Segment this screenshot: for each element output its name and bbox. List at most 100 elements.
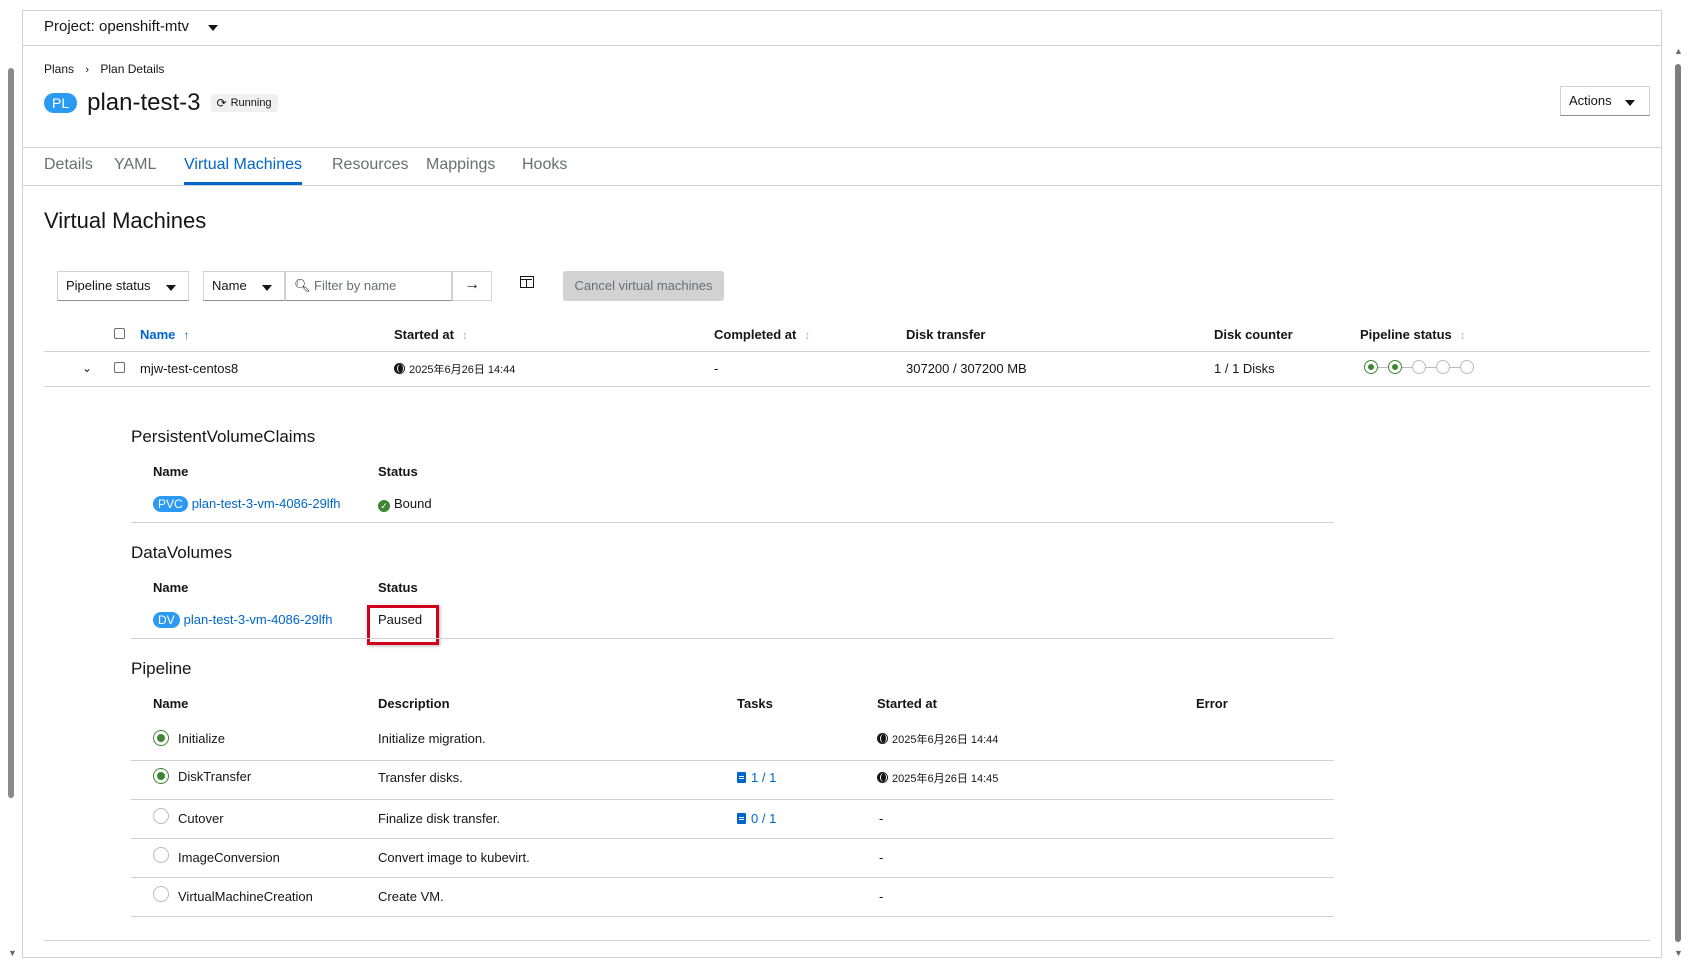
pipeline-step-tasks-text: 1 / 1 xyxy=(751,770,777,785)
tab-details[interactable]: Details xyxy=(44,156,93,182)
filter-by-name-input[interactable]: 🔍︎ Filter by name xyxy=(285,271,452,301)
pvc-link[interactable]: plan-test-3-vm-4086-29lfh xyxy=(192,496,341,511)
pipeline-step-pending-icon[interactable] xyxy=(1460,360,1474,374)
pvc-header-name: Name xyxy=(153,464,189,479)
pvc-divider xyxy=(131,522,1334,523)
filter-submit-button[interactable]: → xyxy=(452,271,492,301)
pvc-status-text: Bound xyxy=(394,496,432,511)
pipeline-connector xyxy=(1450,366,1460,368)
vm-completed-at: - xyxy=(714,361,719,376)
filter-placeholder: Filter by name xyxy=(314,278,397,293)
breadcrumb-plans[interactable]: Plans xyxy=(44,62,74,76)
chevron-right-icon: › xyxy=(85,64,90,76)
left-scrollbar[interactable] xyxy=(6,60,16,800)
name-filter-caret-icon xyxy=(262,285,272,291)
scroll-up-icon[interactable]: ▲ xyxy=(1674,46,1683,56)
pipeline-step-done-icon[interactable] xyxy=(1364,360,1378,374)
project-caret-icon[interactable] xyxy=(208,25,218,31)
step-pending-icon xyxy=(153,847,169,863)
search-icon: 🔍︎ xyxy=(294,278,311,293)
pipeline-step-done-icon[interactable] xyxy=(1388,360,1402,374)
pipeline-step-started: 2025年6月26日 14:45 xyxy=(877,770,998,786)
globe-icon xyxy=(394,363,405,374)
dv-badge: DV xyxy=(153,612,180,628)
pvc-name: PVC plan-test-3-vm-4086-29lfh xyxy=(153,496,341,512)
globe-icon xyxy=(877,733,888,744)
column-header-started[interactable]: Started at ↕ xyxy=(394,327,468,342)
tab-yaml[interactable]: YAML xyxy=(114,156,156,182)
pipeline-status-filter[interactable]: Pipeline status xyxy=(57,271,189,301)
left-scrollbar-thumb[interactable] xyxy=(8,68,14,798)
step-pending-icon xyxy=(153,886,169,902)
scroll-down-icon[interactable]: ▼ xyxy=(1674,948,1683,958)
scroll-down-left-icon[interactable]: ▼ xyxy=(8,948,17,958)
dv-divider xyxy=(131,638,1334,639)
pipeline-step-name: DiskTransfer xyxy=(178,769,252,784)
row-divider xyxy=(44,386,1650,387)
tab-resources[interactable]: Resources xyxy=(332,156,408,182)
check-circle-icon: ✓ xyxy=(378,500,390,512)
pipeline-header-name: Name xyxy=(153,696,189,711)
pipeline-step-name: Initialize xyxy=(178,731,225,746)
project-selector-label[interactable]: Project: openshift-mtv xyxy=(44,18,189,35)
manage-columns-icon[interactable] xyxy=(520,276,534,288)
vm-name: mjw-test-centos8 xyxy=(140,361,239,376)
sync-icon: ⟳ xyxy=(216,96,227,110)
pipeline-section-title: Pipeline xyxy=(131,659,192,678)
dv-link[interactable]: plan-test-3-vm-4086-29lfh xyxy=(184,612,333,627)
pipeline-step-description: Transfer disks. xyxy=(378,770,463,785)
column-header-completed[interactable]: Completed at ↕ xyxy=(714,327,810,342)
pipeline-step-name: Cutover xyxy=(178,811,224,826)
sort-icon[interactable]: ↕ xyxy=(1460,328,1466,342)
pipeline-step-tasks-text: 0 / 1 xyxy=(751,811,777,826)
dv-name: DV plan-test-3-vm-4086-29lfh xyxy=(153,612,333,628)
table-bottom-divider xyxy=(44,940,1650,941)
row-checkbox[interactable] xyxy=(114,362,125,373)
project-bar: Project: openshift-mtv xyxy=(22,10,1662,46)
tab-mappings[interactable]: Mappings xyxy=(426,156,495,182)
pipeline-step-name: ImageConversion xyxy=(178,850,280,865)
vm-started-text: 2025年6月26日 14:44 xyxy=(409,364,516,376)
tab-hooks[interactable]: Hooks xyxy=(522,156,567,182)
name-filter-label: Name xyxy=(212,278,247,293)
right-scrollbar[interactable]: ▲ ▼ xyxy=(1672,46,1684,961)
pipeline-step-tasks[interactable]: 1 / 1 xyxy=(737,770,776,785)
chevron-down-icon[interactable]: ⌄ xyxy=(82,361,92,375)
pipeline-step-description: Finalize disk transfer. xyxy=(378,811,501,826)
pipeline-step-name: VirtualMachineCreation xyxy=(178,889,313,904)
column-header-name[interactable]: Name ↑ xyxy=(140,327,189,342)
pipeline-header-tasks: Tasks xyxy=(737,696,773,711)
tab-virtual-machines[interactable]: Virtual Machines xyxy=(184,156,302,185)
globe-icon xyxy=(877,772,888,783)
step-done-icon xyxy=(153,730,169,746)
sort-icon[interactable]: ↕ xyxy=(462,328,468,342)
pipeline-row-divider xyxy=(131,799,1334,800)
header-divider xyxy=(44,351,1650,352)
dv-section-title: DataVolumes xyxy=(131,543,233,562)
sort-icon[interactable]: ↕ xyxy=(804,328,810,342)
pipeline-step-pending-icon[interactable] xyxy=(1412,360,1426,374)
breadcrumb: Plans › Plan Details xyxy=(44,62,164,76)
cancel-virtual-machines-button[interactable]: Cancel virtual machines xyxy=(563,271,724,301)
column-header-pipeline-status[interactable]: Pipeline status ↕ xyxy=(1360,327,1466,342)
dv-header-name: Name xyxy=(153,580,189,595)
vm-disk-counter: 1 / 1 Disks xyxy=(1214,361,1275,376)
pipeline-status-stepper[interactable] xyxy=(1364,360,1474,374)
pipeline-row-divider xyxy=(131,760,1334,761)
pipeline-step-tasks[interactable]: 0 / 1 xyxy=(737,811,776,826)
pvc-status: ✓ Bound xyxy=(378,496,432,512)
pipeline-status-filter-label: Pipeline status xyxy=(66,278,151,293)
tab-bar: Details YAML Virtual Machines Resources … xyxy=(22,147,1662,186)
sort-ascending-icon[interactable]: ↑ xyxy=(183,328,189,342)
pipeline-step-pending-icon[interactable] xyxy=(1436,360,1450,374)
right-scrollbar-thumb[interactable] xyxy=(1675,64,1681,942)
status-badge: ⟳ Running xyxy=(210,94,278,112)
pipeline-connector xyxy=(1402,366,1412,368)
name-filter-select[interactable]: Name xyxy=(203,271,285,301)
pipeline-step-started: - xyxy=(879,889,884,904)
pipeline-step-started: 2025年6月26日 14:44 xyxy=(877,731,998,747)
pvc-section-title: PersistentVolumeClaims xyxy=(131,427,316,446)
actions-dropdown[interactable]: Actions xyxy=(1560,86,1650,116)
pipeline-row-divider xyxy=(131,916,1334,917)
select-all-checkbox[interactable] xyxy=(114,328,125,339)
